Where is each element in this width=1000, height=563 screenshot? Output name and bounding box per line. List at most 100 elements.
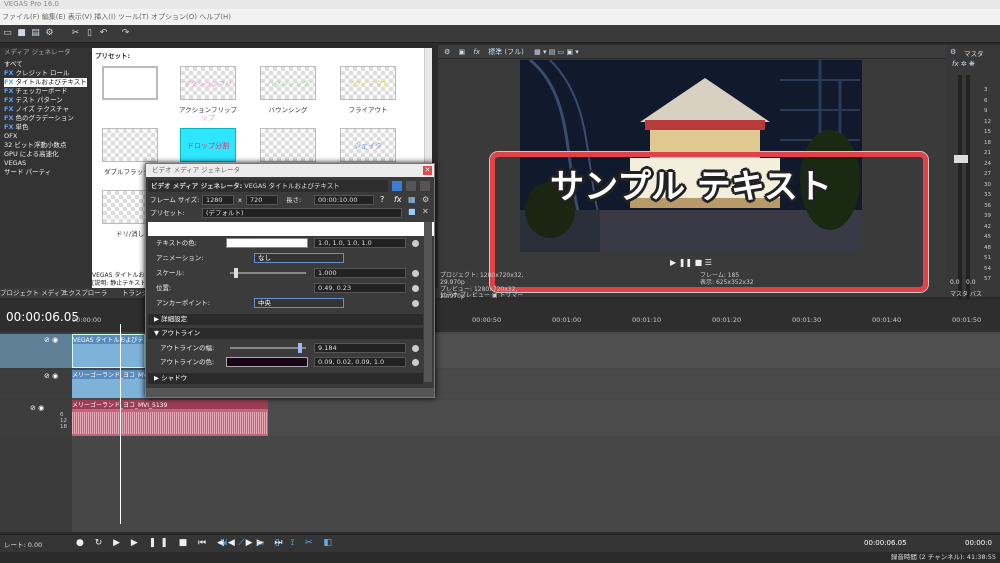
scale-slider[interactable]: [230, 272, 306, 274]
fx-icon[interactable]: fx ✲ ❋: [952, 60, 975, 68]
redo-icon[interactable]: ↷: [120, 28, 131, 39]
section-outline[interactable]: ▼ アウトライン: [148, 328, 423, 339]
anchor-dropdown[interactable]: 中央: [254, 298, 344, 308]
ruler-tick: 00:01:00: [552, 316, 582, 324]
preset-thumbnail[interactable]: バウンシング: [260, 66, 316, 100]
project-label: プロジェクト:: [440, 272, 479, 279]
save-icon[interactable]: ■: [16, 28, 27, 39]
preview-quality[interactable]: 標準 (フル): [488, 48, 524, 56]
master-fader[interactable]: [954, 155, 968, 163]
keyframe-icon[interactable]: [412, 345, 419, 352]
preset-thumbnail[interactable]: シェイク: [340, 128, 396, 162]
category-item[interactable]: FX 単色: [4, 123, 28, 132]
delete-icon[interactable]: ✕: [422, 207, 429, 216]
track-header-title[interactable]: [0, 334, 72, 368]
overlay-icon[interactable]: ▦ ▾ ▤ ▭ ▣ ▾: [534, 48, 579, 56]
category-item[interactable]: 32 ビット浮動小数点: [4, 141, 66, 150]
category-item[interactable]: サード パーティ: [4, 168, 51, 177]
dialog-h-scrollbar[interactable]: [146, 388, 434, 397]
edit-tools[interactable]: ⇲ ⟋ ▭ ▯ ⟟ ✂ ◧: [220, 538, 336, 548]
preset-thumbnail[interactable]: [102, 128, 158, 162]
preset-select[interactable]: (デフォルト): [202, 208, 402, 218]
gear-icon[interactable]: ⚙: [44, 28, 55, 39]
tab-explorer[interactable]: エクスプローラ: [62, 288, 107, 298]
cut-icon[interactable]: ✂: [70, 28, 81, 39]
category-item[interactable]: FX タイトルおよびテキスト: [4, 78, 87, 87]
keyframe-icon[interactable]: [412, 285, 419, 292]
clip-audio[interactable]: メリーゴーランド_ヨコ_MVI_5139: [72, 400, 268, 436]
playhead[interactable]: [120, 324, 121, 524]
preview-tab[interactable]: ビデオ プレビュー ▣ トリマー: [440, 290, 523, 299]
preset-thumbnail[interactable]: [102, 66, 158, 100]
preset-thumbnail[interactable]: ドロップ分割: [180, 128, 236, 162]
track-header-video[interactable]: [0, 370, 72, 398]
preset-thumbnail[interactable]: [260, 128, 316, 162]
category-item[interactable]: VEGAS: [4, 159, 26, 168]
section-shadow[interactable]: ▶ シャドウ: [148, 373, 423, 384]
save-icon[interactable]: ■: [408, 207, 416, 216]
new-project-icon[interactable]: ▭: [2, 28, 13, 39]
mute-icon[interactable]: ⊘ ◉: [30, 404, 44, 412]
outline-color-value[interactable]: 0.09, 0.02, 0.09, 1.0: [314, 357, 406, 367]
menu-items[interactable]: ファイル(F) 編集(E) 表示(V) 挿入(I) ツール(T) オプション(O…: [2, 13, 231, 21]
gear-icon[interactable]: ⚙: [950, 48, 956, 56]
length-field[interactable]: 00:00:10.00: [314, 195, 374, 205]
category-item[interactable]: OFX: [4, 132, 17, 141]
frame-size-label: フレーム サイズ:: [150, 196, 200, 204]
category-item[interactable]: FX テスト パターン: [4, 96, 63, 105]
outline-width-thumb[interactable]: [298, 343, 302, 353]
grid-icon[interactable]: ▦: [408, 195, 416, 204]
keyframe-icon[interactable]: [412, 240, 419, 247]
preview-transport[interactable]: ▶ ❚❚ ■ ☰: [670, 258, 712, 267]
width-field[interactable]: 1280: [202, 195, 234, 205]
keyframe-icon[interactable]: [412, 300, 419, 307]
view-icon[interactable]: [420, 181, 430, 191]
position-value[interactable]: 0.49, 0.23: [314, 283, 406, 293]
paste-icon[interactable]: ▯: [84, 28, 95, 39]
preset-thumbnail[interactable]: アクションフリップ: [180, 66, 236, 122]
preset-thumbnail[interactable]: フライアウト: [340, 66, 396, 100]
mute-icon[interactable]: ⊘ ◉: [44, 372, 58, 380]
category-item[interactable]: GPU による高速化: [4, 150, 59, 159]
help-icon[interactable]: ?: [380, 195, 384, 204]
view-icon[interactable]: [392, 181, 402, 191]
outline-color-swatch[interactable]: [226, 357, 308, 367]
split-icon[interactable]: ▣: [459, 48, 466, 56]
meter-scale-label: 51: [984, 255, 991, 261]
keyframe-icon[interactable]: [412, 270, 419, 277]
tab-video-preview[interactable]: ビデオ プレビュー: [440, 292, 490, 299]
category-item[interactable]: すべて: [4, 60, 23, 69]
end-time: 00:00:0: [965, 539, 992, 547]
menu-bar[interactable]: ファイル(F) 編集(E) 表示(V) 挿入(I) ツール(T) オプション(O…: [0, 9, 1000, 25]
fx-icon: FX: [4, 78, 14, 86]
section-advanced[interactable]: ▶ 詳細設定: [148, 314, 423, 325]
text-color-swatch[interactable]: [226, 238, 308, 248]
clip-video[interactable]: メリーゴーランド_ヨコ_MVI_5139: [72, 370, 145, 398]
render-icon[interactable]: ▤: [30, 28, 41, 39]
fx-icon[interactable]: fx: [394, 195, 402, 204]
gear-icon[interactable]: ⚙: [422, 195, 429, 204]
category-item[interactable]: FX チェッカーボード: [4, 87, 67, 96]
tab-project-media[interactable]: プロジェクト メディア: [0, 288, 67, 298]
clip-title[interactable]: VEGAS タイトルおよびテキ: [72, 334, 145, 368]
category-item[interactable]: FX クレジット ロール: [4, 69, 70, 78]
tab-trimmer[interactable]: トリマー: [499, 292, 523, 299]
category-item[interactable]: FX ノイズ テクスチャ: [4, 105, 69, 114]
fx-icon[interactable]: fx: [473, 48, 480, 56]
mute-icon[interactable]: ⊘ ◉: [44, 336, 58, 344]
category-item[interactable]: FX 色のグラデーション: [4, 114, 74, 123]
dialog-scrollbar[interactable]: [424, 222, 432, 382]
text-color-value[interactable]: 1.0, 1.0, 1.0, 1.0: [314, 238, 406, 248]
animation-dropdown[interactable]: なし: [254, 253, 344, 263]
scale-value[interactable]: 1.000: [314, 268, 406, 278]
view-icon[interactable]: [406, 181, 416, 191]
outline-width-slider[interactable]: [230, 347, 306, 349]
keyframe-icon[interactable]: [412, 359, 419, 366]
undo-icon[interactable]: ↶: [98, 28, 109, 39]
scale-slider-thumb[interactable]: [234, 268, 238, 278]
gear-icon[interactable]: ⚙: [444, 48, 450, 56]
height-field[interactable]: 720: [246, 195, 278, 205]
text-edit-area[interactable]: [148, 222, 434, 236]
outline-width-value[interactable]: 9.184: [314, 343, 406, 353]
close-icon[interactable]: ✕: [423, 166, 432, 175]
